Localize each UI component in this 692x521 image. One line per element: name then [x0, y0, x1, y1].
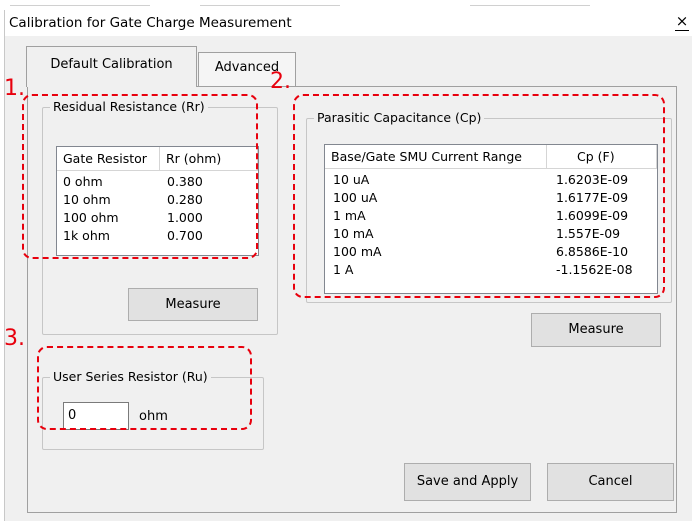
parasitic-capacitance-table[interactable]: Base/Gate SMU Current Range Cp (F) 10 uA… — [324, 144, 658, 294]
table-cell: 1.557E-09 — [556, 226, 621, 241]
background-divider — [10, 5, 150, 6]
annotation-number-2: 2. — [270, 69, 291, 94]
table-cell: 1.6177E-09 — [556, 190, 629, 205]
annotation-number-1: 1. — [4, 76, 25, 101]
tab-panel: Residual Resistance (Rr) Gate Resistor R… — [27, 87, 677, 513]
table-cell: 0 ohm — [63, 174, 103, 189]
table-cell: 0.380 — [167, 174, 203, 189]
dialog-window: Calibration for Gate Charge Measurement … — [4, 10, 692, 521]
table-cell: 100 ohm — [63, 210, 119, 225]
close-icon[interactable]: × — [675, 12, 689, 31]
title-bar: Calibration for Gate Charge Measurement … — [5, 10, 692, 36]
column-header-rr[interactable]: Rr (ohm) — [160, 147, 258, 171]
residual-resistance-group: Residual Resistance (Rr) Gate Resistor R… — [42, 99, 278, 335]
column-header-current-range[interactable]: Base/Gate SMU Current Range — [325, 145, 547, 169]
table-cell: 10 ohm — [63, 192, 111, 207]
series-resistor-unit: ohm — [139, 409, 168, 424]
column-header-gate-resistor[interactable]: Gate Resistor — [57, 147, 160, 171]
table-cell: 0.700 — [167, 228, 203, 243]
table-cell: 1.000 — [167, 210, 203, 225]
table-cell: 1k ohm — [63, 228, 110, 243]
user-series-resistor-group: User Series Resistor (Ru) 0 ohm — [42, 369, 264, 450]
table-cell: 10 mA — [333, 226, 374, 241]
background-divider — [200, 5, 340, 6]
residual-measure-button[interactable]: Measure — [128, 288, 258, 321]
table-cell: 1.6203E-09 — [556, 172, 629, 187]
residual-resistance-table[interactable]: Gate Resistor Rr (ohm) 0 ohm 0.380 10 oh… — [56, 146, 259, 256]
background-divider — [470, 5, 590, 6]
parasitic-measure-button[interactable]: Measure — [531, 313, 661, 347]
table-cell: 100 mA — [333, 244, 382, 259]
window-title: Calibration for Gate Charge Measurement — [9, 15, 292, 31]
table-cell: 10 uA — [333, 172, 370, 187]
save-and-apply-button[interactable]: Save and Apply — [404, 463, 531, 501]
annotation-number-3: 3. — [4, 326, 25, 351]
table-cell: 0.280 — [167, 192, 203, 207]
column-header-cp[interactable]: Cp (F) — [547, 145, 657, 169]
series-resistor-input[interactable]: 0 — [63, 402, 129, 430]
table-cell: 100 uA — [333, 190, 378, 205]
residual-resistance-legend: Residual Resistance (Rr) — [50, 99, 208, 114]
parasitic-capacitance-group: Parasitic Capacitance (Cp) Base/Gate SMU… — [306, 110, 672, 303]
background-strip — [0, 0, 692, 10]
table-cell: -1.1562E-08 — [556, 262, 633, 277]
parasitic-capacitance-legend: Parasitic Capacitance (Cp) — [314, 110, 485, 125]
user-series-resistor-legend: User Series Resistor (Ru) — [50, 369, 211, 384]
cancel-button[interactable]: Cancel — [547, 463, 674, 501]
table-cell: 1 A — [333, 262, 354, 277]
tab-default-calibration[interactable]: Default Calibration — [26, 46, 197, 87]
table-cell: 6.8586E-10 — [556, 244, 629, 259]
table-cell: 1.6099E-09 — [556, 208, 629, 223]
table-cell: 1 mA — [333, 208, 366, 223]
